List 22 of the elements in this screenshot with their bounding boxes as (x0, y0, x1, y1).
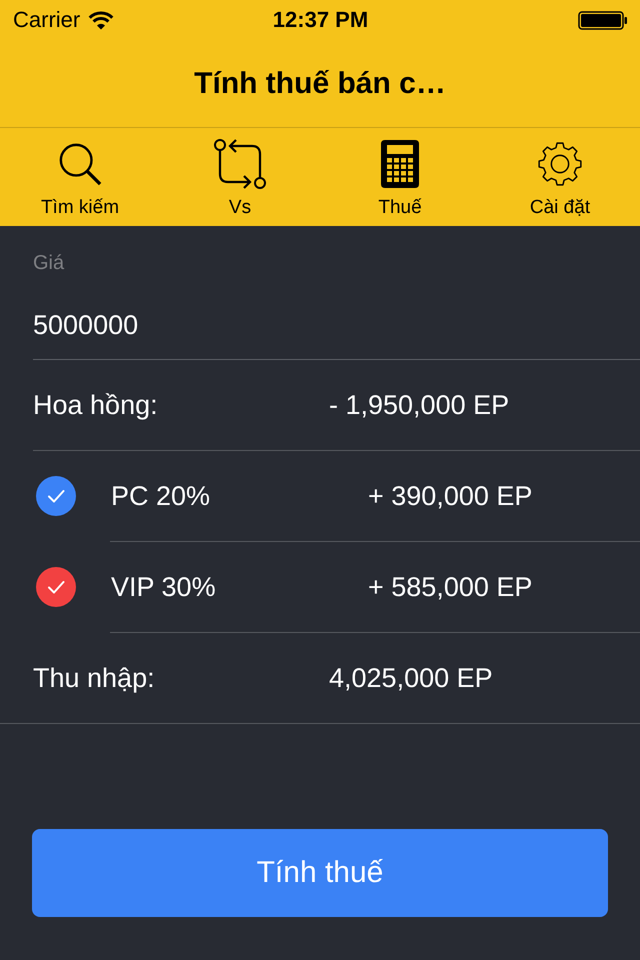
field-label: Giá (33, 251, 64, 276)
bonus-label: PC 20% (111, 480, 212, 512)
tab[interactable]: Thuế (320, 128, 480, 226)
tab[interactable]: Tìm kiếm (0, 128, 160, 226)
bonus-amount: + 390,000 EP (368, 480, 532, 512)
carrier-name: Carrier (13, 7, 80, 33)
battery-icon (578, 10, 628, 30)
tab[interactable]: Cài đặt (480, 128, 640, 226)
calculate-button[interactable]: Tính thuế (32, 829, 608, 917)
commission-amount: - 1,950,000 EP (329, 390, 510, 420)
bonus-amount: + 585,000 EP (368, 572, 532, 602)
tab[interactable]: Vs (160, 128, 320, 226)
checkmark-icon[interactable] (36, 476, 76, 516)
commission-label: Hoa hồng: (33, 390, 159, 420)
bonus-label: VIP 30% (111, 572, 217, 602)
checkmark-icon[interactable] (36, 567, 76, 607)
status-time: 12:37 PM (272, 7, 368, 33)
nav-title: Tính thuế bán c… (194, 66, 446, 100)
wifi-icon (88, 10, 114, 30)
income-label: Thu nhập: (33, 662, 156, 694)
price-input[interactable]: 5000000 (33, 305, 640, 345)
income-amount: 4,025,000 EP (329, 662, 493, 694)
